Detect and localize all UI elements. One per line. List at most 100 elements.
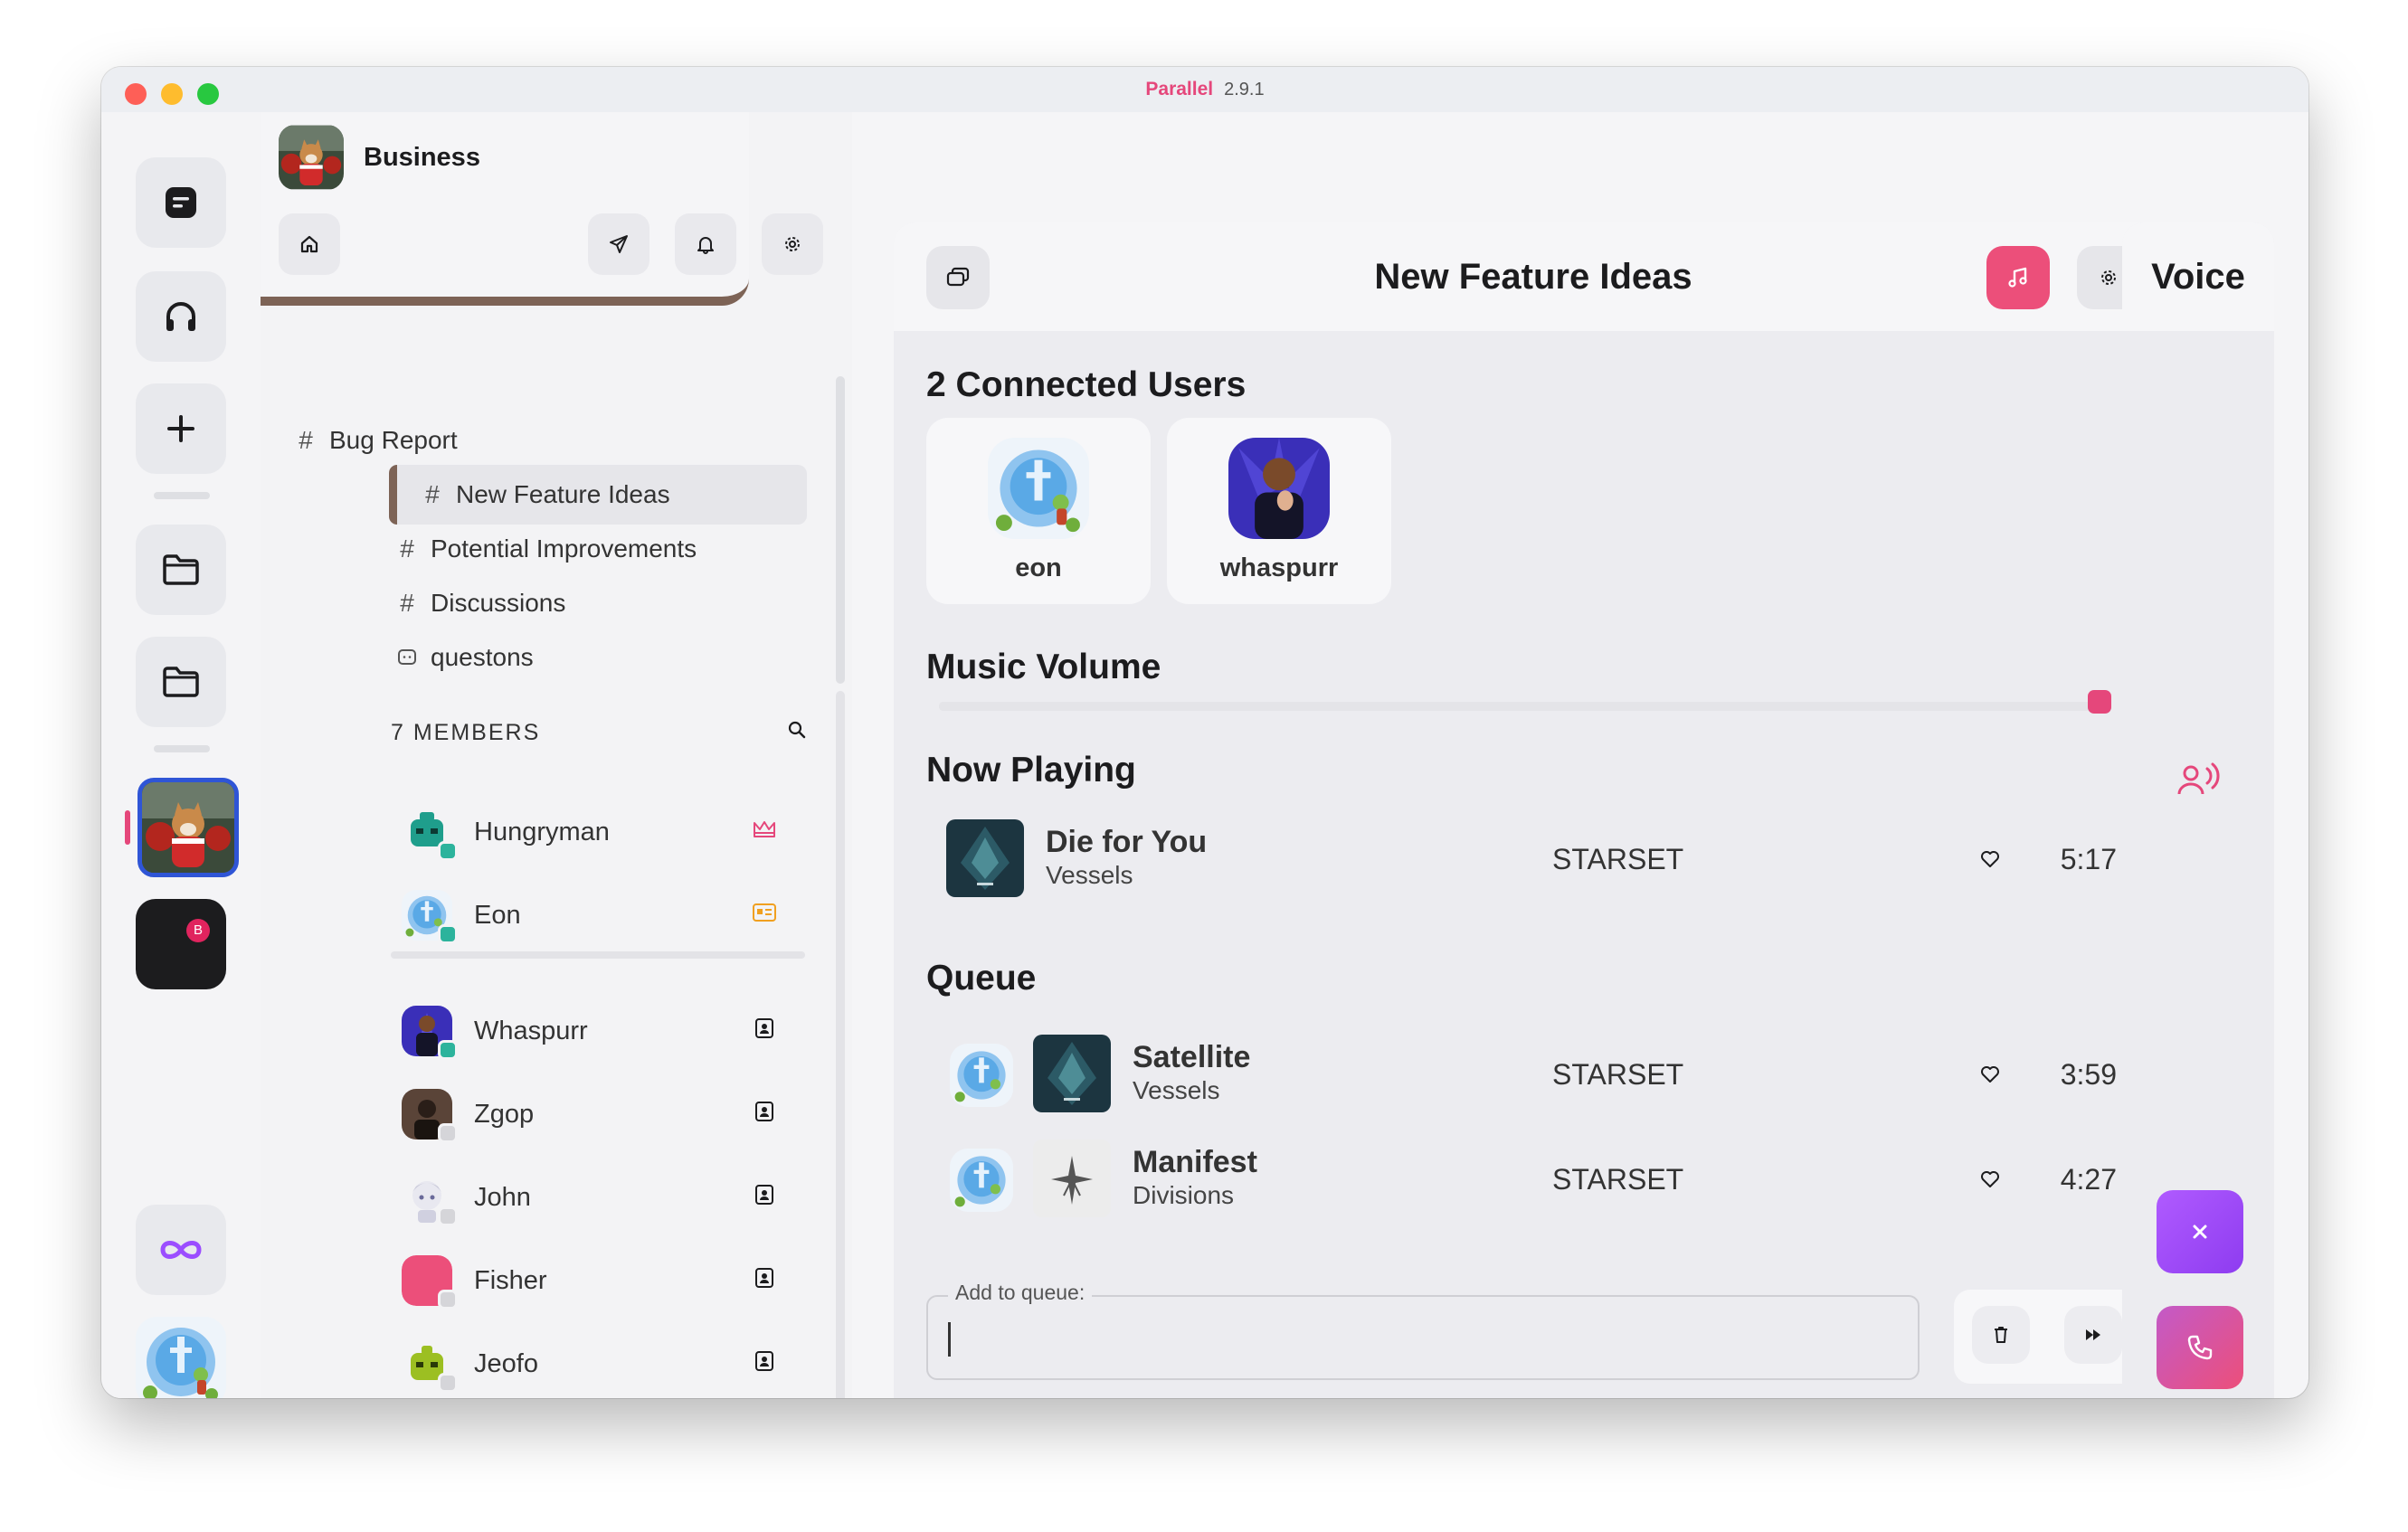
channel-title: New Feature Ideas	[1374, 257, 1692, 297]
channel-questons[interactable]: questons	[389, 628, 800, 687]
member-name: John	[474, 1183, 531, 1212]
folder-icon	[162, 553, 200, 586]
connected-user-card[interactable]: whaspurr	[1167, 418, 1391, 604]
hash-icon: #	[400, 534, 414, 563]
heart-icon	[1980, 1170, 2000, 1188]
server-folder-1[interactable]	[136, 525, 226, 615]
like-button[interactable]	[1977, 1167, 2003, 1192]
add-to-queue-input[interactable]	[948, 1320, 1889, 1357]
skip-track-button[interactable]	[2064, 1306, 2122, 1364]
track-duration: 4:27	[2060, 1163, 2117, 1196]
member-search-button[interactable]	[787, 720, 807, 740]
member-fisher[interactable]: Fisher	[402, 1246, 818, 1319]
call-button[interactable]	[2157, 1306, 2243, 1389]
server-folder-2[interactable]	[136, 637, 226, 727]
heart-icon	[1980, 1065, 2000, 1083]
member-eon[interactable]: Eon	[402, 881, 818, 953]
connected-user-name: whaspurr	[1219, 553, 1339, 582]
like-button[interactable]	[1977, 1062, 2003, 1087]
plus-icon	[165, 412, 197, 445]
chat-icon	[163, 184, 199, 221]
notifications-button[interactable]	[675, 213, 736, 275]
home-icon	[299, 234, 319, 254]
queue-title: Queue	[926, 959, 1037, 998]
voice-hub-button[interactable]	[136, 271, 226, 362]
member-jeofo[interactable]: Jeofo	[402, 1329, 818, 1398]
voice-header: Voice	[2122, 222, 2274, 331]
app-version: 2.9.1	[1224, 80, 1265, 99]
rail-divider	[154, 745, 210, 752]
member-hungryman[interactable]: Hungryman	[402, 798, 818, 870]
home-button[interactable]	[279, 213, 340, 275]
status-online-dot	[438, 1040, 458, 1060]
minimize-window-button[interactable]	[161, 83, 183, 105]
add-server-button[interactable]	[136, 383, 226, 474]
channel-scrollbar[interactable]	[836, 376, 845, 684]
member-group-divider	[391, 951, 805, 959]
track-title: Satellite	[1133, 1040, 1251, 1074]
now-playing-track[interactable]: Die for You Vessels STARSET 5:17 ···	[946, 818, 2162, 904]
volume-slider-handle[interactable]	[2088, 690, 2111, 714]
rail-divider	[154, 492, 210, 499]
requester-avatar	[950, 1044, 1013, 1107]
user-avatar-button[interactable]	[136, 1317, 226, 1398]
music-volume-slider[interactable]	[939, 702, 2111, 711]
connected-user-card[interactable]: eon	[926, 418, 1151, 604]
track-artist: STARSET	[1552, 843, 1684, 875]
nitro-infinity-button[interactable]	[136, 1205, 226, 1295]
direct-messages-button[interactable]	[136, 157, 226, 248]
clear-queue-button[interactable]	[1972, 1306, 2030, 1364]
music-volume-title: Music Volume	[926, 648, 1161, 686]
music-player-button[interactable]	[1986, 246, 2050, 309]
id-card-icon	[749, 897, 780, 928]
member-john[interactable]: John	[402, 1163, 818, 1235]
fast-forward-icon	[2084, 1328, 2102, 1342]
server-b-icon[interactable]: B	[136, 899, 226, 989]
channel-potential-improvements[interactable]: # Potential Improvements	[389, 519, 800, 579]
close-window-button[interactable]	[125, 83, 147, 105]
forum-icon	[389, 648, 425, 667]
channel-new-feature-ideas[interactable]: # New Feature Ideas	[389, 465, 807, 525]
server-business-icon[interactable]	[137, 778, 239, 877]
contact-icon	[749, 1013, 780, 1044]
channel-label: Bug Report	[329, 426, 458, 454]
add-to-queue-field: Add to queue:	[926, 1281, 1920, 1380]
queue-actions	[1954, 1290, 2142, 1384]
contact-icon	[749, 1262, 780, 1293]
channel-bug-report[interactable]: # Bug Report	[288, 411, 698, 470]
leave-voice-button[interactable]	[2157, 1190, 2243, 1273]
server-settings-button[interactable]	[762, 213, 823, 275]
member-zgop[interactable]: Zgop	[402, 1080, 818, 1152]
track-album: Divisions	[1133, 1181, 1235, 1209]
active-server-indicator	[125, 810, 130, 845]
bell-icon	[696, 234, 716, 254]
queue-item[interactable]: Manifest Divisions STARSET 4:27 ···	[946, 1138, 2162, 1225]
gear-icon	[2099, 268, 2119, 288]
channel-discussions[interactable]: # Discussions	[389, 573, 800, 633]
avatar	[988, 438, 1089, 539]
hash-icon: #	[299, 426, 313, 454]
like-button[interactable]	[1977, 846, 2003, 872]
zoom-window-button[interactable]	[197, 83, 219, 105]
server-avatar	[279, 125, 344, 190]
member-name: Jeofo	[474, 1349, 538, 1378]
member-scrollbar[interactable]	[836, 691, 845, 1398]
status-online-dot	[438, 924, 458, 944]
member-whaspurr[interactable]: Whaspurr	[402, 997, 818, 1069]
hash-icon: #	[425, 480, 440, 508]
gear-icon	[782, 234, 802, 254]
connected-user-name: eon	[1015, 553, 1062, 582]
requester-avatar	[950, 1149, 1013, 1212]
app-window: Parallel 2.9.1 B Business # Bug Report #…	[101, 67, 2308, 1398]
status-offline-dot	[438, 1206, 458, 1226]
channel-header: New Feature Ideas	[894, 222, 2173, 331]
queue-item[interactable]: Satellite Vessels STARSET 3:59 ···	[946, 1033, 2162, 1120]
status-offline-dot	[438, 1290, 458, 1310]
members-count-label: 7 MEMBERS	[391, 720, 541, 745]
album-cover	[1033, 1035, 1111, 1112]
send-invite-button[interactable]	[588, 213, 649, 275]
track-album: Vessels	[1133, 1076, 1220, 1104]
voice-activity-button[interactable]	[2176, 761, 2220, 798]
status-online-dot	[438, 841, 458, 861]
hash-icon: #	[400, 589, 414, 617]
